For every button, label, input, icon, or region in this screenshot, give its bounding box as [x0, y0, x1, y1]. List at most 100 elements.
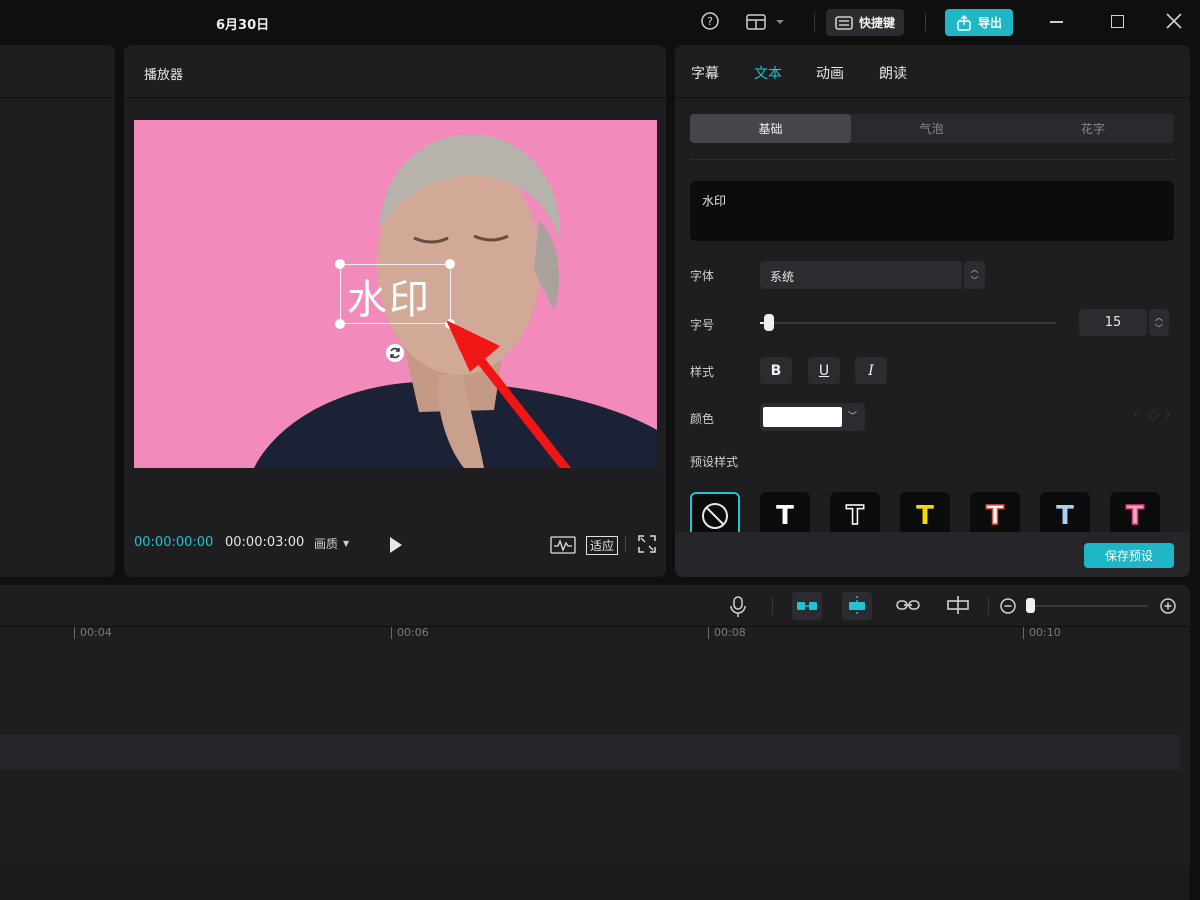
- ruler-tick-mark: [74, 627, 75, 639]
- arrow-annotation-icon: [446, 320, 572, 468]
- zoom-out-icon[interactable]: [999, 597, 1017, 619]
- chevron-up-icon[interactable]: ︿: [1155, 312, 1163, 323]
- underline-icon: U: [818, 362, 830, 379]
- font-select[interactable]: 系统: [760, 261, 962, 289]
- panel-divider: [124, 97, 666, 98]
- player-title: 播放器: [144, 68, 184, 83]
- preset-label: 预设样式: [690, 455, 739, 469]
- size-stepper[interactable]: ︿ ﹀: [1149, 309, 1169, 336]
- italic-icon: I: [868, 362, 874, 379]
- close-icon[interactable]: [1165, 12, 1183, 34]
- bold-icon: B: [770, 362, 782, 379]
- tab-text[interactable]: 文本: [754, 63, 782, 83]
- divider: [988, 597, 989, 615]
- tab-animation[interactable]: 动画: [816, 63, 844, 83]
- minimize-icon[interactable]: [1050, 21, 1063, 23]
- divider: [690, 159, 1174, 160]
- project-title: 6月30日: [216, 18, 270, 33]
- font-label: 字体: [690, 269, 715, 283]
- fit-button[interactable]: 适应: [586, 536, 618, 555]
- maximize-icon[interactable]: [1111, 15, 1124, 28]
- timeline-track[interactable]: [0, 865, 1190, 900]
- subtab-basic[interactable]: 基础: [690, 114, 851, 143]
- zoom-slider-handle[interactable]: [1026, 598, 1035, 613]
- chevron-down-icon: ﹀: [848, 412, 858, 422]
- ruler-tick-mark: [391, 627, 392, 639]
- size-slider-handle[interactable]: [764, 314, 774, 331]
- subtab-fancy-text[interactable]: 花字: [1012, 114, 1174, 143]
- panel-divider: [0, 97, 115, 98]
- subtab-bubble[interactable]: 气泡: [851, 114, 1012, 143]
- tab-read-aloud[interactable]: 朗读: [879, 63, 907, 83]
- size-value: 15: [1104, 315, 1122, 330]
- fullscreen-icon[interactable]: [638, 535, 656, 557]
- panel-divider: [675, 97, 1190, 98]
- color-swatch: [763, 407, 842, 427]
- style-label: 样式: [690, 365, 715, 379]
- magnet-snap-button[interactable]: [792, 592, 822, 620]
- timeline-track[interactable]: [0, 735, 1180, 770]
- save-preset-label: 保存预设: [1104, 549, 1153, 563]
- ruler-tick-mark: [1023, 627, 1024, 639]
- fit-label: 适应: [589, 539, 614, 553]
- shortcut-button[interactable]: 快捷键: [826, 9, 904, 36]
- size-label: 字号: [690, 318, 715, 332]
- color-label: 颜色: [690, 412, 715, 426]
- text-input[interactable]: 水印: [690, 181, 1174, 241]
- ruler-tick: 00:06: [397, 626, 429, 639]
- chevron-down-icon: ▼: [343, 539, 350, 548]
- keyboard-icon: [835, 15, 853, 30]
- export-button[interactable]: 导出: [945, 9, 1013, 36]
- size-slider-track[interactable]: [760, 322, 1056, 324]
- zoom-slider-track[interactable]: [1026, 605, 1148, 607]
- color-picker[interactable]: ﹀: [760, 403, 865, 431]
- italic-button[interactable]: I: [855, 357, 887, 384]
- preset-glyph: T: [1125, 500, 1144, 532]
- waveform-icon[interactable]: [550, 536, 576, 558]
- play-button[interactable]: [388, 536, 404, 558]
- preset-glyph: T: [1056, 501, 1074, 531]
- chevron-up-icon[interactable]: ︿: [971, 264, 979, 275]
- linkage-button[interactable]: [842, 592, 872, 620]
- video-preview[interactable]: 水印: [134, 120, 657, 468]
- ruler-tick: 00:04: [80, 626, 112, 639]
- total-time: 00:00:03:00: [225, 535, 305, 550]
- underline-button[interactable]: U: [808, 357, 840, 384]
- inspector-panel: 字幕 文本 动画 朗读 基础 气泡 花字 水印 字体 系统 ︿ ﹀ 字号 15 ︿…: [675, 45, 1190, 577]
- quality-dropdown[interactable]: 画质 ▼: [314, 535, 349, 552]
- quality-label: 画质: [314, 537, 339, 551]
- microphone-icon[interactable]: [729, 596, 747, 622]
- svg-text:?: ?: [707, 15, 713, 28]
- linkage-icon: [849, 596, 865, 616]
- time-ruler[interactable]: 00:04 00:06 00:08 00:10: [0, 626, 1190, 647]
- split-icon[interactable]: [946, 595, 970, 619]
- zoom-in-icon[interactable]: [1159, 597, 1177, 619]
- ruler-tick: 00:10: [1029, 626, 1061, 639]
- shortcut-label: 快捷键: [858, 16, 895, 30]
- preset-glyph: T: [985, 500, 1004, 532]
- text-input-value: 水印: [702, 194, 727, 208]
- size-input[interactable]: 15: [1079, 309, 1147, 336]
- chevron-left-icon[interactable]: ‹: [1133, 407, 1139, 423]
- tab-subtitle[interactable]: 字幕: [691, 63, 719, 83]
- dot-icon: ◇: [1148, 407, 1159, 423]
- save-preset-button[interactable]: 保存预设: [1084, 543, 1174, 568]
- layout-icon[interactable]: [746, 12, 786, 36]
- preset-glyph: T: [845, 500, 864, 532]
- current-time: 00:00:00:00: [134, 535, 214, 550]
- chevron-right-icon[interactable]: ›: [1165, 407, 1171, 423]
- divider: [625, 537, 626, 551]
- bold-button[interactable]: B: [760, 357, 792, 384]
- ruler-tick: 00:08: [714, 626, 746, 639]
- chevron-down-icon[interactable]: ﹀: [1155, 323, 1163, 334]
- help-icon[interactable]: ?: [700, 11, 720, 35]
- chevron-down-icon[interactable]: ﹀: [971, 275, 979, 286]
- media-panel: [0, 45, 115, 577]
- preset-glyph: T: [916, 501, 934, 531]
- divider: [772, 597, 773, 615]
- timeline-panel: 00:04 00:06 00:08 00:10: [0, 585, 1190, 900]
- font-stepper[interactable]: ︿ ﹀: [964, 261, 985, 289]
- export-label: 导出: [977, 16, 1002, 30]
- player-panel: 播放器 水印 00:00:00:00 00:00:03:00 画质 ▼ 适应: [124, 45, 666, 577]
- link-icon[interactable]: [896, 597, 920, 617]
